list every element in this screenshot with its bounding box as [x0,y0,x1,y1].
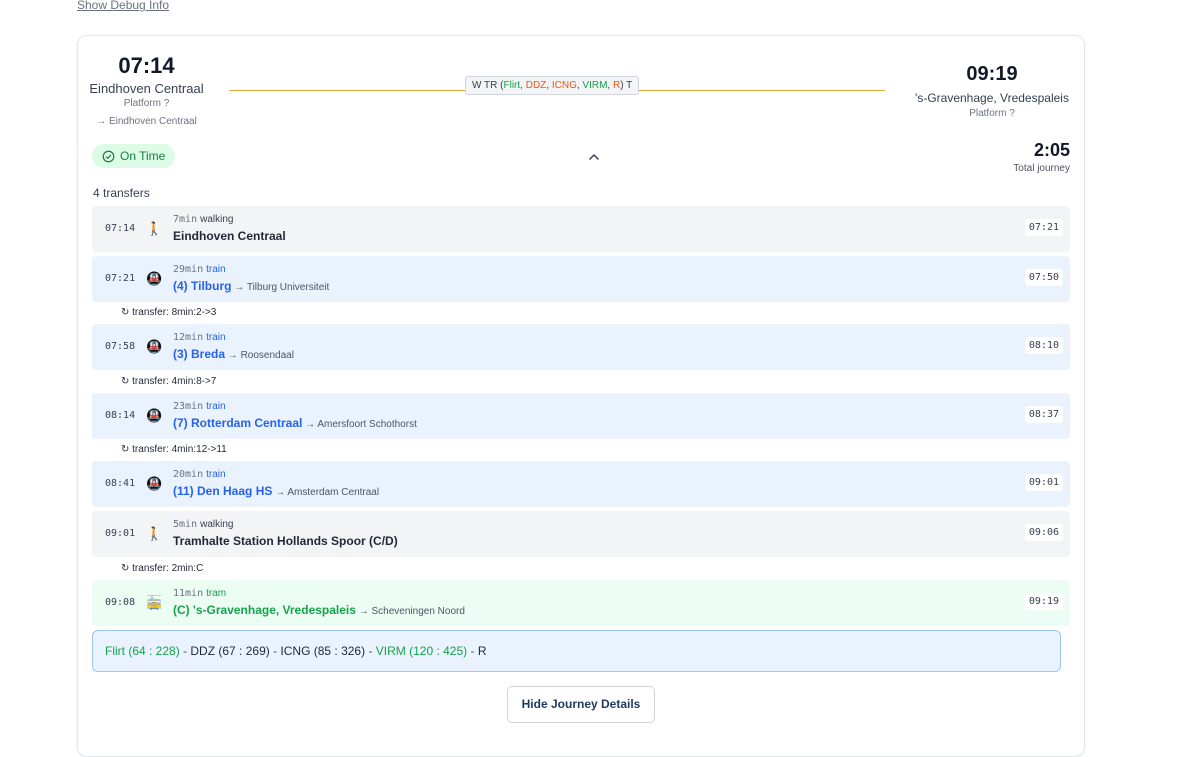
segment-row[interactable]: 09:08 🚋 11min tram (C) 's-Gravenhage, Vre… [92,580,1070,626]
arrival-station: 's-Gravenhage, Vredespaleis [915,91,1069,105]
segment-end-time: 07:50 [1024,269,1063,286]
capacity-summary: Flirt (64 : 228) - DDZ (67 : 269) - ICNG… [92,630,1061,672]
departure-direction: → Eindhoven Centraal [96,116,197,127]
capacity-r: R [477,644,487,658]
route-summary-badge: W TR (Flirt, DDZ, ICNG, VIRM, R) T [465,76,640,95]
segment-row[interactable]: 08:14 🚇 23min train (7) Rotterdam Centraa… [92,393,1070,439]
walking-icon: 🚶 [146,526,163,541]
journey-card: 07:14 Eindhoven Centraal Platform ? → Ei… [77,35,1085,757]
walking-icon: 🚶 [146,221,163,236]
segment-title: (C) 's-Gravenhage, Vredespaleis → Scheve… [173,603,465,617]
capacity-icng: ICNG (85 : 326) [280,644,366,658]
segment-row[interactable]: 07:21 🚇 29min train (4) Tilburg → Tilburg… [92,256,1070,302]
train-icon: 🚇 [146,339,163,354]
segment-row[interactable]: 08:41 🚇 20min train (11) Den Haag HS → Am… [92,461,1070,507]
transfer-note: ↻ transfer: 2min:C [121,563,204,574]
departure-time: 07:14 [118,53,175,78]
tram-icon: 🚋 [146,595,163,610]
train-icon: 🚇 [146,408,163,423]
capacity-flirt: Flirt (64 : 228) [105,644,180,658]
arrival-platform: Platform ? [969,108,1015,119]
total-journey-label: Total journey [1013,163,1070,174]
segment-start-time: 09:08 [105,597,136,608]
segment-title: (3) Breda → Roosendaal [173,347,294,361]
segment-title: Tramhalte Station Hollands Spoor (C/D) [173,534,398,548]
segment-start-time: 07:21 [105,273,136,284]
segment-row[interactable]: 09:01 🚶 5min walking Tramhalte Station Ho… [92,511,1070,557]
status-text: On Time [120,149,166,163]
segment-end-time: 08:10 [1024,337,1063,354]
segment-row[interactable]: 07:14 🚶 7min walking Eindhoven Centraal 0… [92,206,1070,252]
transfer-note: ↻ transfer: 8min:2->3 [121,307,217,318]
segment-title: Eindhoven Centraal [173,229,286,243]
segment-meta: 11min tram [173,588,227,599]
segment-meta: 7min walking [173,214,234,225]
segment-start-time: 09:01 [105,528,136,539]
segment-meta: 29min train [173,264,226,275]
departure-platform: Platform ? [123,98,170,109]
segment-end-time: 09:19 [1024,593,1063,610]
chevron-up-icon[interactable] [587,150,601,164]
segment-end-time: 09:01 [1024,474,1063,491]
capacity-ddz: DDZ (67 : 269) [190,644,270,658]
segment-start-time: 07:58 [105,341,136,352]
capacity-virm: VIRM (120 : 425) [375,644,468,658]
segment-meta: 5min walking [173,519,234,530]
show-debug-info-link[interactable]: Show Debug Info [77,0,169,12]
segment-end-time: 07:21 [1024,219,1063,236]
segment-meta: 23min train [173,401,226,412]
segment-end-time: 08:37 [1024,406,1063,423]
departure-station: Eindhoven Centraal [89,81,204,96]
check-circle-icon [102,150,115,162]
segment-start-time: 08:14 [105,410,136,421]
status-badge: On Time [92,144,176,168]
total-journey-time: 2:05 [1033,140,1070,160]
segment-meta: 12min train [173,332,226,343]
segment-title: (11) Den Haag HS → Amsterdam Centraal [173,484,380,498]
arrival-time: 09:19 [966,63,1018,85]
train-icon: 🚇 [146,476,163,491]
transfers-count: 4 transfers [93,186,150,200]
segment-start-time: 08:41 [105,478,136,489]
transfer-note: ↻ transfer: 4min:12->11 [121,444,227,455]
segment-meta: 20min train [173,469,226,480]
segment-row[interactable]: 07:58 🚇 12min train (3) Breda → Roosendaa… [92,324,1070,370]
train-icon: 🚇 [146,271,163,286]
hide-journey-details-button[interactable]: Hide Journey Details [507,686,655,723]
segment-title: (4) Tilburg → Tilburg Universiteit [173,279,330,293]
segment-title: (7) Rotterdam Centraal → Amersfoort Scho… [173,416,417,430]
transfer-note: ↻ transfer: 4min:8->7 [121,376,217,387]
segment-end-time: 09:06 [1024,524,1063,541]
segment-start-time: 07:14 [105,223,136,234]
